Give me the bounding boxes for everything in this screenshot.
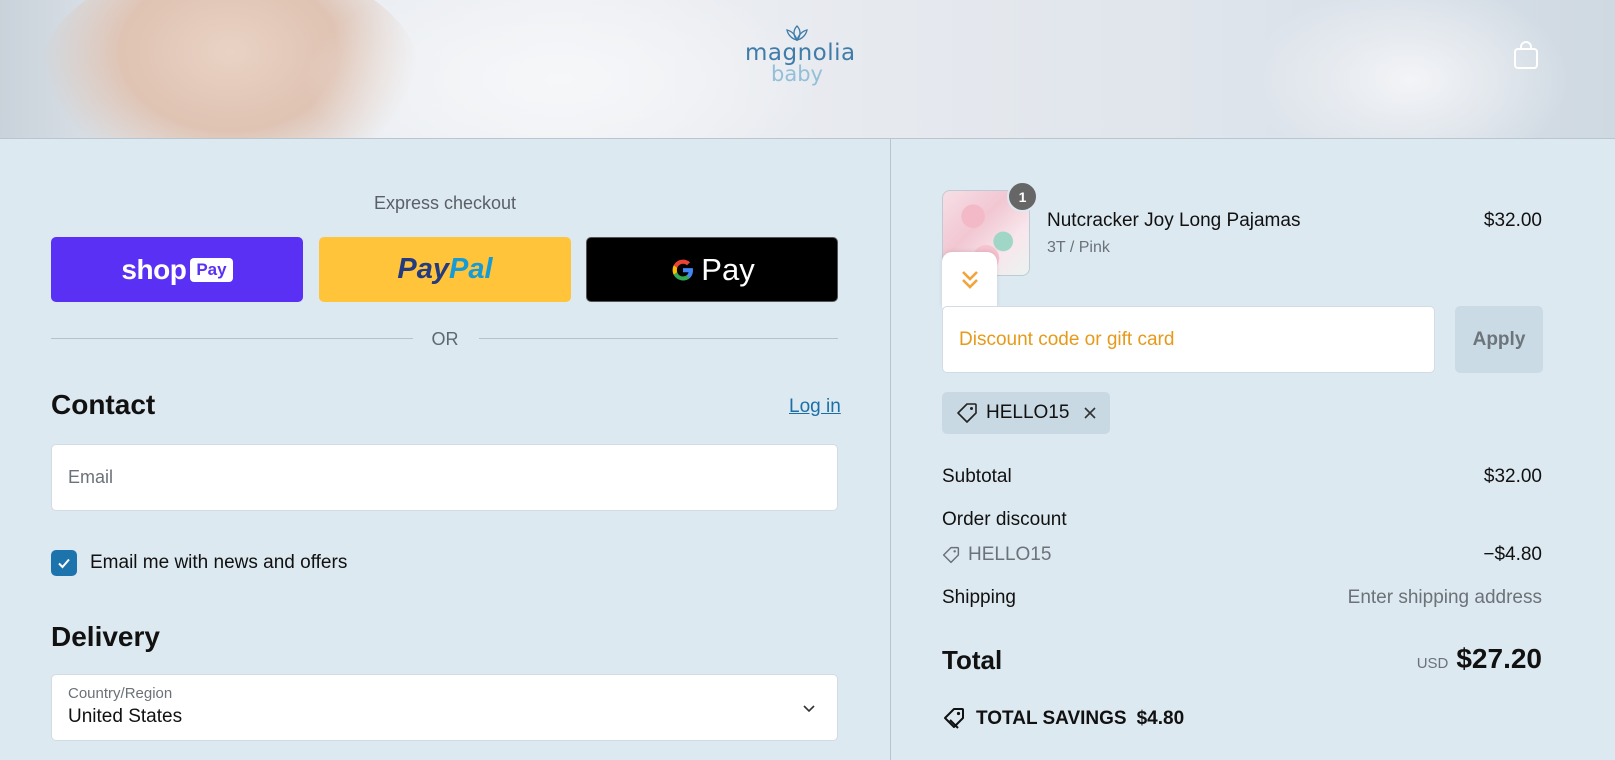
order-discount-label: Order discount — [942, 509, 1067, 530]
shop-pay-wordmark: shop — [121, 253, 187, 285]
newsletter-checkbox[interactable] — [51, 550, 77, 576]
shipping-label: Shipping — [942, 587, 1016, 608]
apply-discount-button[interactable]: Apply — [1455, 306, 1543, 373]
shopping-bag-icon[interactable] — [1512, 40, 1540, 70]
product-price: $32.00 — [1483, 210, 1542, 231]
logo-text-secondary: baby — [771, 62, 823, 86]
close-icon — [1084, 407, 1097, 419]
order-discount-code-row: HELLO15 — [942, 544, 1051, 566]
order-discount-value: −$4.80 — [1483, 544, 1542, 565]
google-g-icon — [672, 259, 694, 280]
google-pay-wordmark: Pay — [701, 251, 755, 287]
total-savings: TOTAL SAVINGS $4.80 — [942, 707, 1184, 731]
checkmark-icon — [58, 558, 70, 569]
shipping-value: Enter shipping address — [1347, 587, 1542, 608]
applied-discount-chip: HELLO15 — [942, 392, 1110, 434]
product-name: Nutcracker Joy Long Pajamas — [1047, 210, 1301, 231]
or-line-left — [51, 338, 413, 339]
email-field[interactable] — [52, 445, 837, 510]
quantity-badge: 1 — [1007, 181, 1038, 212]
banner-photo-blanket — [300, 0, 820, 138]
expand-widget[interactable] — [942, 252, 997, 308]
tag-icon — [957, 403, 977, 423]
subtotal-label: Subtotal — [942, 466, 1012, 487]
total-savings-label: TOTAL SAVINGS — [976, 708, 1127, 729]
login-link[interactable]: Log in — [789, 396, 841, 418]
or-divider: OR — [51, 327, 838, 351]
or-label: OR — [431, 329, 459, 349]
total-amount: USD $27.20 — [1417, 643, 1542, 675]
tag-icon — [942, 546, 960, 564]
discount-field-wrapper — [942, 306, 1435, 373]
savings-tag-icon — [944, 708, 964, 729]
country-select-value: United States — [68, 706, 183, 727]
logo-text-primary: magnolia — [745, 40, 856, 66]
country-select[interactable]: Country/Region United States — [51, 674, 838, 741]
country-select-label: Country/Region — [68, 685, 173, 702]
contact-heading: Contact — [51, 389, 156, 420]
logo[interactable]: magnolia baby — [745, 24, 856, 86]
total-label: Total — [942, 645, 1003, 675]
google-pay-button[interactable]: Pay — [586, 237, 838, 302]
chevron-down-icon — [803, 705, 815, 713]
or-line-right — [479, 338, 838, 339]
order-discount-code: HELLO15 — [968, 544, 1052, 565]
paypal-wordmark: PayPal — [397, 253, 493, 285]
remove-discount-button[interactable] — [1083, 406, 1097, 420]
column-divider — [890, 139, 891, 760]
email-field-wrapper — [51, 444, 838, 511]
express-checkout-label: Express checkout — [373, 193, 517, 213]
double-chevron-down-icon — [961, 271, 978, 289]
subtotal-value: $32.00 — [1483, 466, 1542, 487]
product-variant: 3T / Pink — [1047, 239, 1110, 256]
discount-code-input[interactable] — [943, 307, 1434, 372]
header-banner: magnolia baby — [0, 0, 1615, 139]
delivery-heading: Delivery — [51, 621, 160, 652]
total-savings-value: $4.80 — [1136, 708, 1185, 729]
shop-pay-button[interactable]: shop Pay — [51, 237, 303, 302]
total-value: $27.20 — [1456, 643, 1542, 674]
shop-pay-badge: Pay — [190, 257, 233, 282]
newsletter-label: Email me with news and offers — [90, 552, 348, 573]
paypal-button[interactable]: PayPal — [319, 237, 571, 302]
total-currency: USD — [1416, 655, 1449, 672]
applied-discount-code: HELLO15 — [986, 402, 1070, 423]
